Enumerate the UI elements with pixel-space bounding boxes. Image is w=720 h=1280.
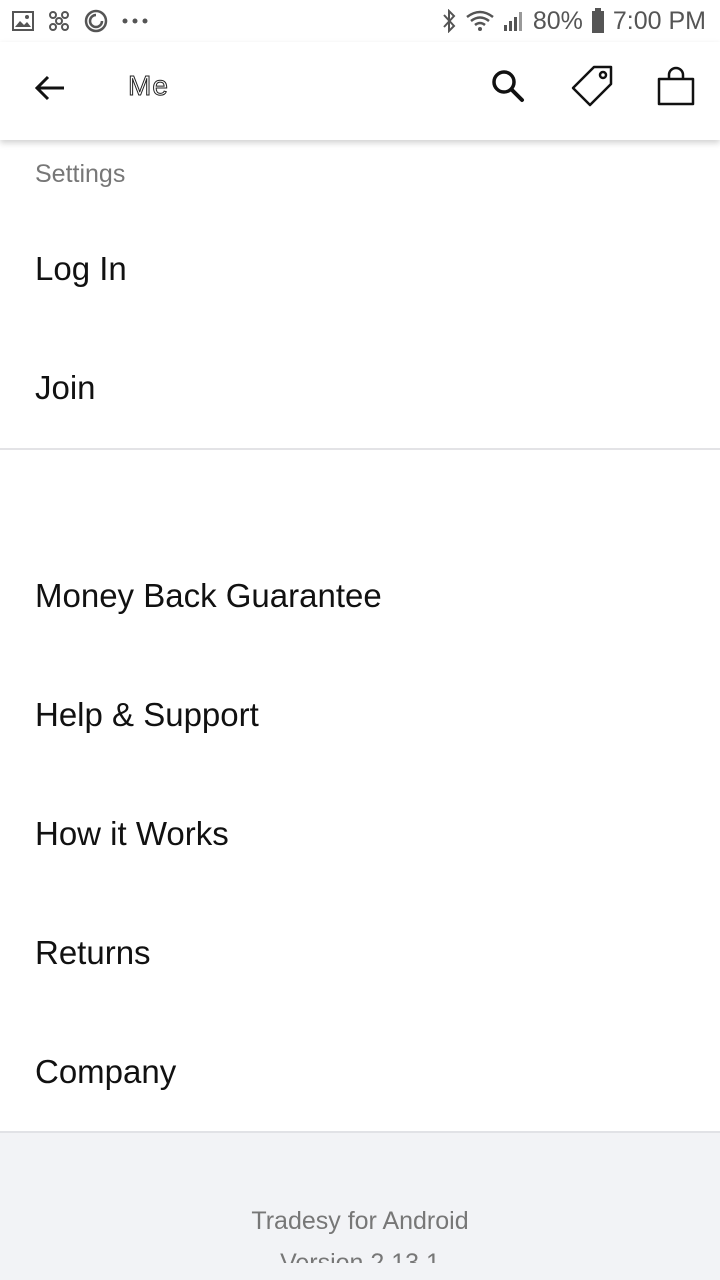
- menu-item-log-in[interactable]: Log In: [0, 210, 720, 328]
- bluetooth-icon: [441, 9, 457, 33]
- search-button[interactable]: [486, 66, 530, 110]
- menu-item-company[interactable]: Company: [0, 1012, 720, 1131]
- menu-item-returns[interactable]: Returns: [0, 893, 720, 1012]
- menu-item-how-it-works[interactable]: How it Works: [0, 774, 720, 893]
- search-icon: [491, 69, 525, 108]
- sync-icon: [84, 9, 108, 33]
- menu-item-money-back-guarantee[interactable]: Money Back Guarantee: [0, 536, 720, 655]
- footer-app-name: Tradesy for Android: [251, 1207, 469, 1235]
- image-icon: [12, 11, 34, 31]
- more-dots-icon: [122, 18, 148, 24]
- page-title: Me: [128, 70, 169, 96]
- tag-icon: [570, 64, 614, 113]
- fan-icon: [48, 10, 70, 32]
- battery-icon: [591, 8, 605, 34]
- status-left: [12, 9, 148, 33]
- footer: Tradesy for Android Version 2.13.1: [0, 1131, 720, 1280]
- status-time: 7:00 PM: [612, 6, 706, 35]
- menu-item-help-support[interactable]: Help & Support: [0, 655, 720, 774]
- status-right: 80% 7:00 PM: [441, 7, 706, 36]
- app-bar: Me: [0, 42, 720, 140]
- status-bar: 80% 7:00 PM: [0, 0, 720, 42]
- shopping-bag-icon: [656, 66, 696, 111]
- info-menu-list: Money Back Guarantee Help & Support How …: [0, 536, 720, 1131]
- battery-percent: 80%: [532, 6, 583, 35]
- section-label-settings: Settings: [35, 160, 126, 188]
- footer-version: Version 2.13.1: [280, 1249, 440, 1263]
- app-bar-actions: [486, 64, 698, 113]
- section-divider: [0, 448, 720, 450]
- section-label-more: [0, 480, 35, 494]
- bag-button[interactable]: [654, 66, 698, 110]
- signal-icon: [503, 10, 525, 32]
- sell-button[interactable]: [570, 64, 614, 113]
- back-arrow-icon: [34, 74, 66, 107]
- back-button[interactable]: [30, 70, 70, 110]
- wifi-icon: [465, 9, 495, 33]
- menu-item-join[interactable]: Join: [0, 329, 720, 447]
